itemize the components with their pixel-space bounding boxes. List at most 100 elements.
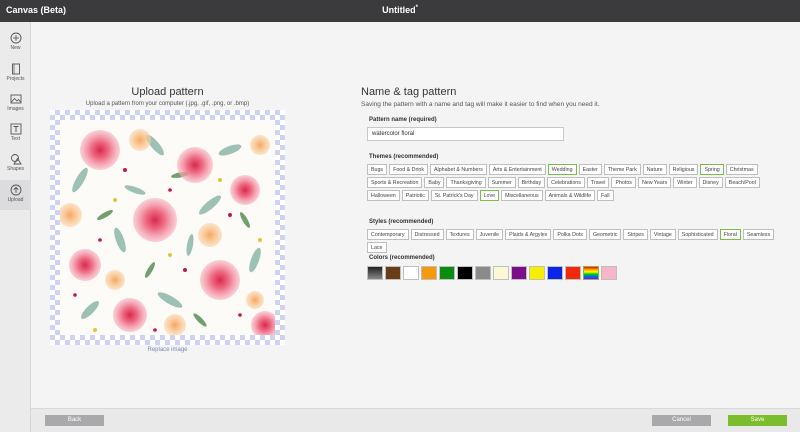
tag-sophisticated[interactable]: Sophisticated bbox=[677, 229, 718, 240]
color-swatch-green[interactable] bbox=[439, 266, 455, 280]
sidebar-item-projects[interactable]: Projects bbox=[0, 59, 31, 89]
tag-contemporary[interactable]: Contemporary bbox=[367, 229, 409, 240]
tag-theme-park[interactable]: Theme Park bbox=[603, 164, 641, 175]
pattern-image bbox=[58, 120, 279, 339]
color-swatch-yellow[interactable] bbox=[529, 266, 545, 280]
tag-summer[interactable]: Summer bbox=[487, 177, 516, 188]
color-swatch-list bbox=[367, 266, 617, 280]
image-icon bbox=[10, 94, 21, 104]
color-swatch-brown[interactable] bbox=[385, 266, 401, 280]
modified-marker: * bbox=[415, 5, 418, 11]
tag-celebrations[interactable]: Celebrations bbox=[547, 177, 585, 188]
tag-arts-entertainment[interactable]: Arts & Entertainment bbox=[488, 164, 546, 175]
tag-seamless[interactable]: Seamless bbox=[742, 229, 775, 240]
plus-circle-icon bbox=[10, 32, 21, 44]
sidebar-item-text[interactable]: Text bbox=[0, 119, 31, 149]
tag-new-years[interactable]: New Years bbox=[637, 177, 672, 188]
color-swatch-black[interactable] bbox=[457, 266, 473, 280]
sidebar-item-new[interactable]: New bbox=[0, 28, 31, 58]
tag-alphabet-numbers[interactable]: Alphabet & Numbers bbox=[430, 164, 487, 175]
tag-floral[interactable]: Floral bbox=[719, 229, 741, 240]
tag-wedding[interactable]: Wedding bbox=[547, 164, 577, 175]
tag-lace[interactable]: Lace bbox=[367, 242, 387, 253]
tag-plaids-argyles[interactable]: Plaids & Argyles bbox=[505, 229, 552, 240]
tag-beach-pool[interactable]: Beach/Pool bbox=[724, 177, 760, 188]
tag-spring[interactable]: Spring bbox=[700, 164, 724, 175]
sidebar-item-label: Shapes bbox=[7, 166, 24, 172]
tag-fall[interactable]: Fall bbox=[597, 190, 614, 201]
tag-sports-recreation[interactable]: Sports & Recreation bbox=[367, 177, 423, 188]
color-swatch-cream[interactable] bbox=[493, 266, 509, 280]
tag-birthday[interactable]: Birthday bbox=[517, 177, 546, 188]
tag-st-patrick-s-day[interactable]: St. Patrick's Day bbox=[430, 190, 478, 201]
document-title[interactable]: Untitled* bbox=[0, 5, 800, 15]
tag-easter[interactable]: Easter bbox=[578, 164, 602, 175]
color-swatch-blue[interactable] bbox=[547, 266, 563, 280]
color-swatch-white[interactable] bbox=[403, 266, 419, 280]
sidebar-item-label: Images bbox=[7, 106, 24, 112]
tag-baby[interactable]: Baby bbox=[424, 177, 445, 188]
tag-bugs[interactable]: Bugs bbox=[367, 164, 388, 175]
left-sidebar: New Projects Images Text Shapes Upload bbox=[0, 22, 31, 432]
top-bar: Canvas (Beta) Untitled* bbox=[0, 0, 800, 22]
name-tag-instructions: Saving the pattern with a name and tag w… bbox=[361, 101, 600, 108]
name-tag-title: Name & tag pattern bbox=[361, 86, 457, 98]
tag-stripes[interactable]: Stripes bbox=[623, 229, 648, 240]
sidebar-item-images[interactable]: Images bbox=[0, 89, 31, 119]
tag-photos[interactable]: Photos bbox=[611, 177, 636, 188]
tag-winter[interactable]: Winter bbox=[673, 177, 697, 188]
replace-image-link[interactable]: Replace image bbox=[50, 347, 285, 353]
watercolor-floral-image bbox=[58, 129, 279, 339]
projects-icon bbox=[11, 63, 20, 75]
tag-distressed[interactable]: Distressed bbox=[410, 229, 444, 240]
color-swatch-rainbow[interactable] bbox=[583, 266, 599, 280]
color-swatch-gray[interactable] bbox=[475, 266, 491, 280]
color-swatch-orange[interactable] bbox=[421, 266, 437, 280]
cancel-button[interactable]: Cancel bbox=[652, 415, 711, 426]
tag-polka-dots[interactable]: Polka Dots bbox=[553, 229, 587, 240]
save-button[interactable]: Save bbox=[728, 415, 787, 426]
themes-tag-list: Bugs Food & Drink Alphabet & Numbers Arts &… bbox=[367, 164, 772, 201]
pattern-name-label: Pattern name (required) bbox=[369, 117, 437, 123]
tag-animals-wildlife[interactable]: Animals & Wildlife bbox=[544, 190, 596, 201]
tag-textures[interactable]: Textures bbox=[445, 229, 474, 240]
back-button[interactable]: Back bbox=[45, 415, 104, 426]
tag-christmas[interactable]: Christmas bbox=[725, 164, 758, 175]
color-swatch-purple[interactable] bbox=[511, 266, 527, 280]
styles-label: Styles (recommended) bbox=[369, 219, 434, 225]
tag-travel[interactable]: Travel bbox=[586, 177, 610, 188]
tag-nature[interactable]: Nature bbox=[642, 164, 667, 175]
pattern-name-input[interactable]: watercolor floral bbox=[367, 127, 564, 141]
bottom-action-bar: Back Cancel Save bbox=[31, 408, 800, 432]
shapes-icon bbox=[10, 154, 22, 165]
tag-love[interactable]: Love bbox=[479, 190, 500, 201]
sidebar-item-label: New bbox=[10, 45, 21, 51]
color-swatch-red[interactable] bbox=[565, 266, 581, 280]
tag-thanksgiving[interactable]: Thanksgiving bbox=[446, 177, 486, 188]
themes-label: Themes (recommended) bbox=[369, 154, 439, 160]
sidebar-item-shapes[interactable]: Shapes bbox=[0, 149, 31, 179]
sidebar-item-label: Upload bbox=[7, 197, 24, 203]
colors-label: Colors (recommended) bbox=[369, 255, 435, 261]
tag-juvenile[interactable]: Juvenile bbox=[475, 229, 504, 240]
sidebar-item-upload[interactable]: Upload bbox=[0, 180, 31, 210]
tag-food-drink[interactable]: Food & Drink bbox=[389, 164, 428, 175]
upload-pattern-instructions: Upload a pattern from your computer (.jp… bbox=[85, 101, 250, 107]
sidebar-item-label: Text bbox=[10, 136, 21, 142]
document-title-text: Untitled bbox=[382, 5, 416, 15]
tag-geometric[interactable]: Geometric bbox=[588, 229, 622, 240]
tag-vintage[interactable]: Vintage bbox=[649, 229, 676, 240]
tag-religious[interactable]: Religious bbox=[668, 164, 699, 175]
upload-icon bbox=[10, 184, 21, 196]
color-swatch-gray-gradient[interactable] bbox=[367, 266, 383, 280]
tag-miscellaneous[interactable]: Miscellaneous bbox=[501, 190, 543, 201]
text-icon bbox=[10, 123, 21, 135]
styles-tag-list: Contemporary Distressed Textures Juvenile Pl… bbox=[367, 229, 777, 253]
tag-disney[interactable]: Disney bbox=[698, 177, 723, 188]
upload-pattern-title: Upload pattern bbox=[131, 86, 204, 98]
pattern-preview[interactable] bbox=[50, 110, 285, 345]
tag-halloween[interactable]: Halloween bbox=[367, 190, 400, 201]
sidebar-item-label: Projects bbox=[6, 76, 25, 82]
color-swatch-pink[interactable] bbox=[601, 266, 617, 280]
tag-patriotic[interactable]: Patriotic bbox=[401, 190, 429, 201]
